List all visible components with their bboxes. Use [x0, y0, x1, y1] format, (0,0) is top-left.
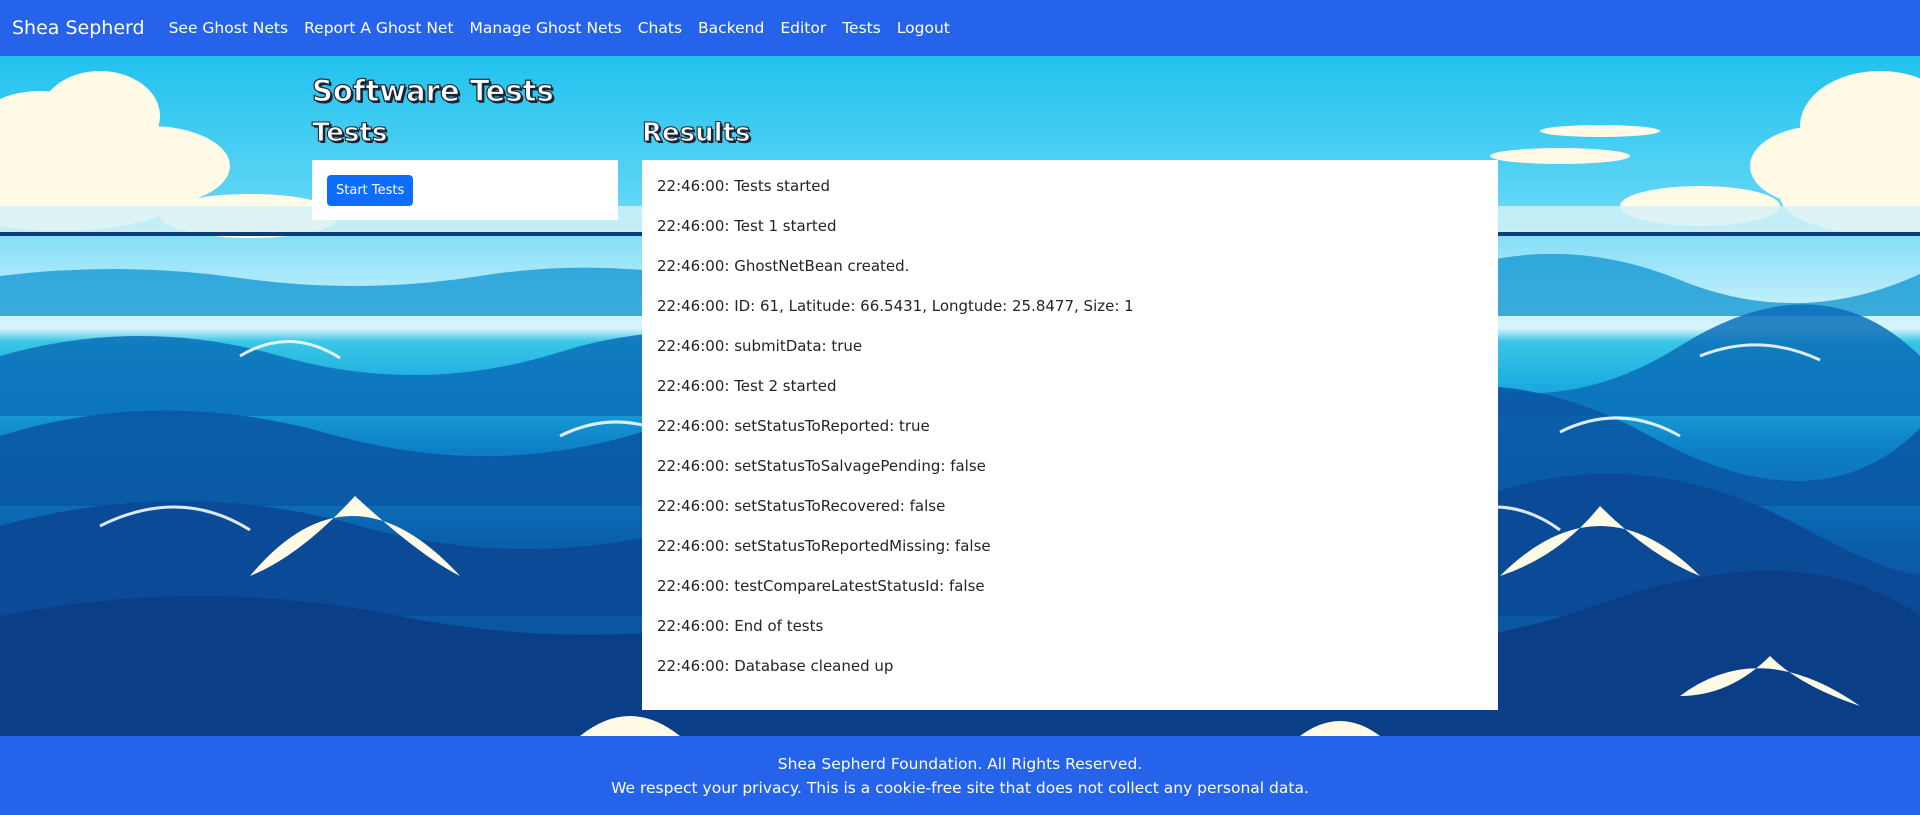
nav-link-backend[interactable]: Backend [698, 19, 764, 37]
result-line: 22:46:00: setStatusToReported: true [657, 417, 930, 435]
nav-link-manage-ghost-nets[interactable]: Manage Ghost Nets [470, 19, 622, 37]
nav-link-editor[interactable]: Editor [780, 19, 826, 37]
tests-panel: Start Tests [312, 160, 618, 220]
tests-heading: Tests [311, 117, 388, 148]
start-tests-button[interactable]: Start Tests [327, 175, 414, 206]
result-line: 22:46:00: GhostNetBean created. [657, 257, 910, 275]
nav-link-chats[interactable]: Chats [638, 19, 682, 37]
result-line: 22:46:00: Test 1 started [657, 217, 837, 235]
result-line: 22:46:00: testCompareLatestStatusId: fal… [657, 577, 985, 595]
results-list: 22:46:00: Tests started 22:46:00: Test 1… [657, 173, 1483, 693]
result-line: 22:46:00: setStatusToSalvagePending: fal… [657, 457, 986, 475]
footer-privacy-note: We respect your privacy. This is a cooki… [611, 779, 1309, 797]
result-line: 22:46:00: setStatusToReportedMissing: fa… [657, 537, 991, 555]
page-title: Software Tests [311, 73, 554, 108]
brand-link[interactable]: Shea Sepherd [12, 17, 145, 39]
result-line: 22:46:00: Tests started [657, 177, 830, 195]
footer-copyright: Shea Sepherd Foundation. All Rights Rese… [777, 755, 1143, 773]
nav-link-tests[interactable]: Tests [842, 19, 881, 37]
result-line: 22:46:00: Database cleaned up [657, 657, 894, 675]
nav-links: See Ghost Nets Report A Ghost Net Manage… [169, 19, 966, 37]
result-line: 22:46:00: submitData: true [657, 337, 863, 355]
result-line: 22:46:00: setStatusToRecovered: false [657, 497, 946, 515]
result-line: 22:46:00: ID: 61, Latitude: 66.5431, Lon… [657, 297, 1134, 315]
nav-link-see-ghost-nets[interactable]: See Ghost Nets [169, 19, 289, 37]
result-line: 22:46:00: End of tests [657, 617, 824, 635]
nav-link-report-ghost-net[interactable]: Report A Ghost Net [304, 19, 453, 37]
results-panel: 22:46:00: Tests started 22:46:00: Test 1… [642, 160, 1498, 710]
nav-link-logout[interactable]: Logout [897, 19, 950, 37]
result-line: 22:46:00: Test 2 started [657, 377, 837, 395]
results-heading: Results [641, 117, 751, 148]
top-navbar: Shea Sepherd See Ghost Nets Report A Gho… [0, 0, 1920, 56]
site-footer: Shea Sepherd Foundation. All Rights Rese… [0, 736, 1920, 815]
